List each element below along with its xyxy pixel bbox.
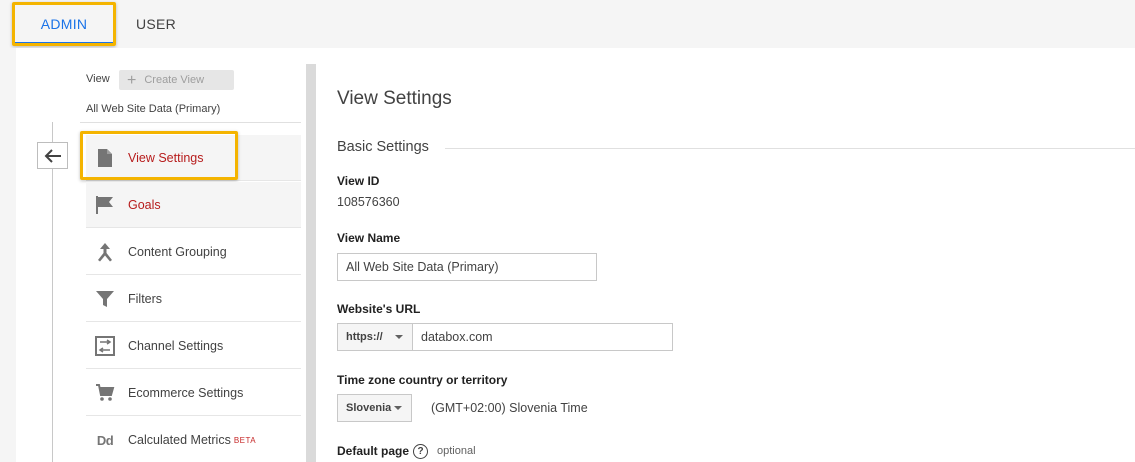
country-select[interactable]: Slovenia [337, 394, 412, 422]
merge-icon [94, 241, 116, 263]
sidebar-item-label: Channel Settings [128, 339, 224, 353]
sidebar-item-calculated-metrics[interactable]: Dd Calculated Metrics BETA [86, 417, 301, 462]
sidebar-item-goals[interactable]: Goals [86, 182, 301, 228]
create-view-label: Create View [144, 74, 205, 86]
section-title: Basic Settings [337, 139, 429, 155]
hierarchy-line [52, 122, 53, 462]
arrow-left-icon [44, 148, 61, 163]
protocol-select[interactable]: https:// [337, 323, 413, 351]
tab-user[interactable]: USER [136, 0, 176, 48]
website-url-input[interactable]: databox.com [413, 323, 673, 351]
help-icon[interactable]: ? [413, 444, 428, 459]
country-value: Slovenia [346, 402, 392, 414]
view-name-input[interactable]: All Web Site Data (Primary) [337, 253, 597, 281]
selected-view-name[interactable]: All Web Site Data (Primary) [86, 103, 220, 115]
view-id-label: View ID [337, 174, 380, 188]
timezone-select[interactable]: (GMT+02:00) Slovenia Time [431, 401, 588, 415]
timezone-label: Time zone country or territory [337, 373, 508, 387]
cart-icon [94, 382, 116, 404]
filter-icon [94, 288, 116, 310]
sidebar-item-label: View Settings [128, 151, 204, 165]
sidebar-item-label-wrap: Calculated Metrics BETA [128, 417, 256, 462]
sidebar-item-filters[interactable]: Filters [86, 276, 301, 322]
page-title: View Settings [337, 88, 452, 109]
dd-icon: Dd [96, 432, 114, 448]
top-tab-bar: ADMIN USER [0, 0, 1135, 48]
left-gutter [0, 48, 16, 462]
channel-icon [94, 335, 116, 357]
beta-badge: BETA [233, 436, 257, 445]
default-page-label: Default page [337, 444, 410, 458]
sidebar-item-channel-settings[interactable]: Channel Settings [86, 323, 301, 369]
plus-icon: + [127, 72, 137, 89]
back-button[interactable] [37, 142, 68, 169]
view-label: View [86, 73, 110, 85]
flag-icon [94, 194, 116, 216]
view-id-value: 108576360 [337, 195, 400, 209]
sidebar-divider [80, 122, 301, 123]
sidebar-item-label: Calculated Metrics [128, 433, 231, 447]
sidebar-item-content-grouping[interactable]: Content Grouping [86, 229, 301, 275]
website-url-label: Website's URL [337, 302, 421, 316]
sidebar-item-label: Ecommerce Settings [128, 386, 244, 400]
panel-divider[interactable] [306, 64, 316, 462]
optional-label: optional [437, 445, 476, 457]
create-view-button[interactable]: + Create View [119, 70, 234, 90]
sidebar-item-label: Filters [128, 292, 163, 306]
tab-admin[interactable]: ADMIN [14, 0, 114, 48]
sidebar-item-label: Goals [128, 198, 161, 212]
sidebar-item-view-settings[interactable]: View Settings [86, 135, 301, 181]
caret-down-icon [394, 406, 402, 410]
sidebar-item-label: Content Grouping [128, 245, 227, 259]
section-rule [445, 148, 1135, 149]
document-icon [94, 147, 116, 169]
view-name-label: View Name [337, 231, 401, 245]
caret-down-icon [395, 335, 403, 339]
protocol-value: https:// [346, 331, 383, 343]
sidebar-item-ecommerce-settings[interactable]: Ecommerce Settings [86, 370, 301, 416]
